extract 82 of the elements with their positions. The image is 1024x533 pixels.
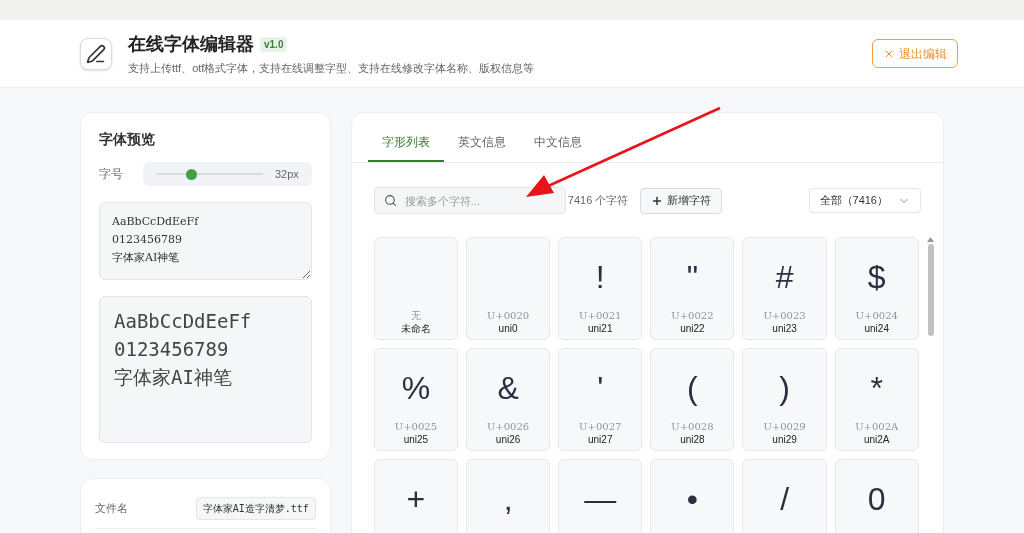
glyph-name: uni25: [403, 433, 429, 446]
glyph-name: uni23: [772, 322, 797, 335]
glyph-preview: —: [584, 480, 617, 519]
search-icon: [383, 194, 397, 207]
glyph-preview: !: [595, 258, 605, 297]
glyph-preview: #: [775, 258, 794, 297]
glyph-preview: *: [870, 369, 883, 408]
glyph-card[interactable]: & U+0026 uni26: [466, 348, 551, 451]
glyph-code: U+0020: [486, 309, 530, 322]
glyph-card[interactable]: % U+0025 uni25: [373, 348, 458, 451]
glyph-card[interactable]: —: [558, 459, 643, 533]
scroll-up-icon[interactable]: [927, 237, 935, 242]
pen-logo-icon: [80, 37, 112, 70]
sample-text-field[interactable]: AaBbCcDdEeFf 0123456789 字体家AI神笔: [99, 202, 312, 280]
glyph-preview: (: [687, 369, 698, 408]
glyph-preview: +: [406, 480, 426, 519]
glyph-name: uni2A: [863, 433, 890, 446]
glyph-card[interactable]: " U+0022 uni22: [650, 237, 735, 340]
glyph-name: uni21: [588, 322, 613, 335]
preview-title: 字体预览: [99, 130, 156, 149]
app-title: 在线字体编辑器: [128, 32, 254, 56]
glyph-card[interactable]: ( U+0028 uni28: [650, 348, 735, 451]
search-field[interactable]: 搜索多个字符...: [373, 187, 566, 214]
glyph-card[interactable]: # U+0023 uni23: [742, 237, 827, 340]
glyph-code: U+0022: [671, 309, 714, 322]
app-subtitle: 支持上传ttf、otf格式字体，支持在线调整字型、支持在线修改字体名称、版权信息等: [128, 60, 535, 76]
filter-dropdown[interactable]: 全部（7416）: [808, 188, 921, 213]
glyph-card[interactable]: ' U+0027 uni27: [558, 348, 643, 451]
glyph-preview: /: [780, 480, 789, 519]
field-label: 文件名: [95, 501, 128, 517]
glyph-card[interactable]: U+0020 uni0: [466, 237, 551, 340]
preview-line: 0123456789: [114, 337, 230, 362]
preview-line: 字体家AI神笔: [114, 365, 233, 390]
glyph-card[interactable]: ! U+0021 uni21: [558, 237, 643, 340]
glyph-name: uni28: [680, 433, 705, 446]
size-reading: 32px: [274, 166, 299, 182]
glyph-card[interactable]: 0: [834, 459, 919, 533]
glyph-code: U+0027: [579, 420, 622, 433]
glyph-code: U+0021: [579, 309, 622, 322]
glyph-preview: 0: [867, 480, 886, 519]
glyph-card[interactable]: * U+002A uni2A: [834, 348, 919, 451]
glyph-code: U+002A: [855, 420, 899, 433]
size-slider[interactable]: [156, 168, 263, 180]
version-badge: v1.0: [260, 36, 288, 52]
glyph-name: uni29: [772, 433, 797, 446]
glyph-code: U+0025: [394, 420, 438, 433]
glyph-name: uni22: [680, 322, 705, 335]
glyph-card[interactable]: +: [373, 459, 458, 533]
preview-line: AaBbCcDdEeFf: [114, 309, 253, 334]
glyph-card[interactable]: ) U+0029 uni29: [742, 348, 827, 451]
glyph-preview: &: [497, 369, 519, 408]
glyph-name: uni26: [495, 433, 521, 446]
glyph-preview: ": [686, 258, 699, 297]
glyph-code: U+0023: [763, 309, 806, 322]
glyph-code: U+0024: [855, 309, 898, 322]
glyph-name: uni0: [498, 322, 518, 335]
file-name-field[interactable]: 字体家AI造字清梦.ttf: [195, 497, 316, 520]
glyph-card[interactable]: $ U+0024 uni24: [834, 237, 919, 340]
glyph-card[interactable]: ,: [466, 459, 551, 533]
glyph-card[interactable]: 无 未命名: [373, 237, 458, 340]
glyph-preview: ': [597, 369, 604, 408]
glyph-code: U+0029: [763, 420, 806, 433]
glyph-card[interactable]: •: [650, 459, 735, 533]
glyph-count: 7416 个字符: [567, 193, 629, 209]
glyph-name: uni24: [864, 322, 889, 335]
size-label: 字号: [99, 166, 124, 183]
glyph-code: U+0026: [486, 420, 530, 433]
glyph-code: 无: [410, 309, 421, 322]
glyph-card[interactable]: /: [742, 459, 827, 533]
tab[interactable]: 字形列表: [367, 123, 444, 162]
glyph-preview: ): [779, 369, 790, 408]
plus-icon: [651, 194, 664, 207]
glyph-code: U+0028: [671, 420, 714, 433]
tab[interactable]: 中文信息: [519, 123, 596, 162]
glyph-preview: •: [686, 480, 698, 519]
add-glyph-button[interactable]: 新增字符: [640, 187, 723, 214]
tab[interactable]: 英文信息: [443, 123, 520, 162]
glyph-name: uni27: [588, 433, 613, 446]
glyph-preview: %: [401, 369, 431, 408]
glyph-name: 未命名: [400, 322, 431, 335]
glyph-preview: ,: [503, 480, 513, 519]
glyph-preview: $: [867, 258, 886, 297]
